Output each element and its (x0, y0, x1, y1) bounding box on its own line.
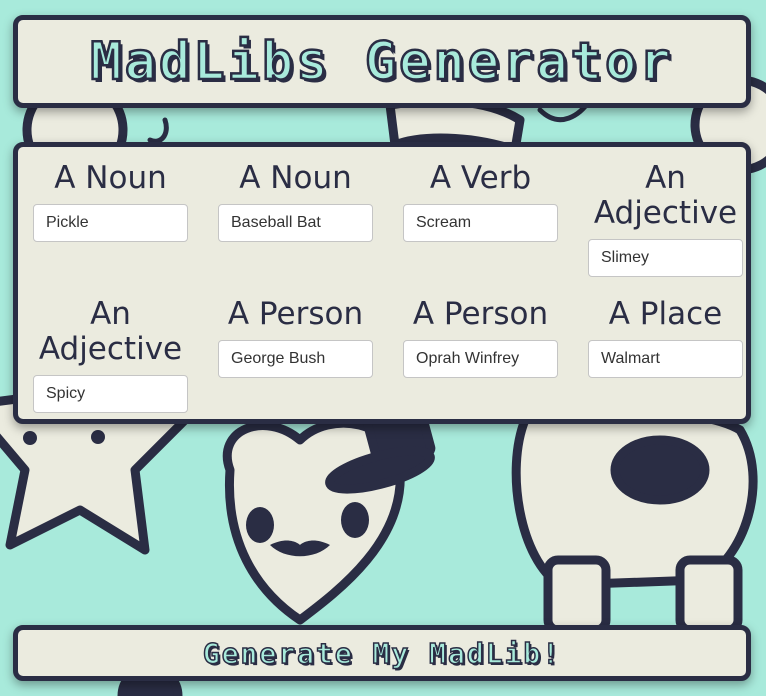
field-person-1: A Person (218, 289, 373, 413)
generate-button-label: Generate My MadLib! (202, 636, 562, 671)
noun-input-1[interactable] (33, 204, 188, 242)
field-noun-2: A Noun (218, 153, 373, 277)
place-input[interactable] (588, 340, 743, 378)
field-label: A Place (608, 296, 723, 332)
page-title: MadLibs Generator (89, 30, 674, 93)
field-label: An Adjective (593, 160, 738, 231)
form-panel: A Noun A Noun A Verb An Adjective An Adj… (13, 142, 751, 424)
adjective-input-1[interactable] (588, 239, 743, 277)
person-input-1[interactable] (218, 340, 373, 378)
field-noun-1: A Noun (33, 153, 188, 277)
verb-input[interactable] (403, 204, 558, 242)
title-panel: MadLibs Generator (13, 15, 751, 108)
field-place: A Place (588, 289, 743, 413)
field-label: An Adjective (38, 296, 183, 367)
field-grid: A Noun A Noun A Verb An Adjective An Adj… (28, 153, 743, 413)
adjective-input-2[interactable] (33, 375, 188, 413)
field-adjective-1: An Adjective (588, 153, 743, 277)
monster-mouth (610, 435, 710, 505)
field-person-2: A Person (403, 289, 558, 413)
field-label: A Person (227, 296, 364, 332)
field-verb: A Verb (403, 153, 558, 277)
field-label: A Verb (429, 160, 532, 196)
noun-input-2[interactable] (218, 204, 373, 242)
field-label: A Noun (239, 160, 352, 196)
field-label: A Noun (54, 160, 167, 196)
field-adjective-2: An Adjective (33, 289, 188, 413)
field-label: A Person (412, 296, 549, 332)
generate-button[interactable]: Generate My MadLib! (13, 625, 751, 681)
person-input-2[interactable] (403, 340, 558, 378)
